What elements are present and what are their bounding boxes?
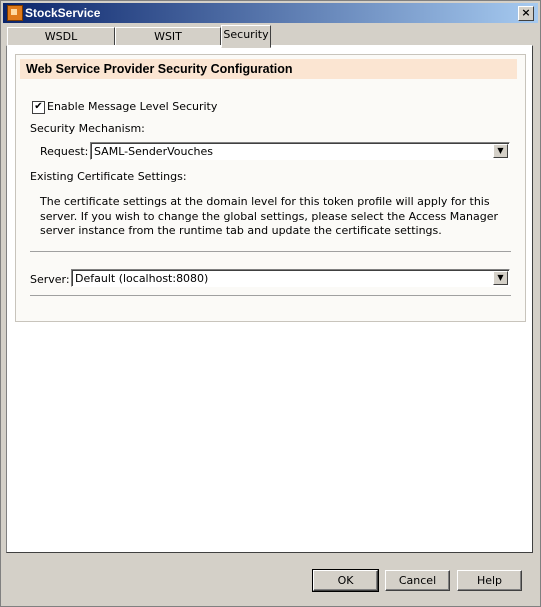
provider-security-config: Web Service Provider Security Configurat… — [15, 54, 526, 322]
dropdown-arrow-icon[interactable]: ▼ — [493, 144, 508, 158]
section-header: Web Service Provider Security Configurat… — [20, 59, 517, 79]
request-value: SAML-SenderVouches — [94, 145, 213, 158]
help-button[interactable]: Help — [457, 570, 522, 591]
certificate-description: The certificate settings at the domain l… — [40, 195, 498, 237]
certificate-settings-label: Existing Certificate Settings: — [30, 170, 187, 183]
tab-security[interactable]: Security — [221, 25, 271, 48]
request-select[interactable]: SAML-SenderVouches ▼ — [90, 142, 510, 160]
enable-message-security-label[interactable]: Enable Message Level Security — [47, 100, 217, 113]
dropdown-arrow-icon[interactable]: ▼ — [493, 271, 508, 285]
server-label: Server: — [30, 273, 70, 286]
tab-wsit-configuration[interactable]: WSIT Configuration — [115, 27, 221, 60]
enable-message-security-checkbox[interactable]: ✔ — [32, 101, 45, 114]
close-button[interactable]: × — [518, 6, 534, 21]
request-label: Request: — [40, 145, 89, 158]
title-bar[interactable]: StockService × — [3, 3, 538, 23]
dialog-window: StockService × WSDL Customization WSIT C… — [0, 0, 541, 607]
server-select[interactable]: Default (localhost:8080) ▼ — [71, 269, 510, 287]
ok-button[interactable]: OK — [312, 569, 379, 592]
divider — [30, 295, 511, 296]
window-title: StockService — [25, 6, 101, 20]
cancel-button[interactable]: Cancel — [385, 570, 450, 591]
checkmark-icon: ✔ — [34, 101, 43, 112]
tab-wsdl-customization[interactable]: WSDL Customization — [7, 27, 115, 60]
security-panel: Web Service Provider Security Configurat… — [6, 45, 533, 553]
security-mechanism-label: Security Mechanism: — [30, 122, 145, 135]
server-value: Default (localhost:8080) — [75, 272, 209, 285]
app-icon — [7, 5, 23, 21]
divider — [30, 251, 511, 252]
